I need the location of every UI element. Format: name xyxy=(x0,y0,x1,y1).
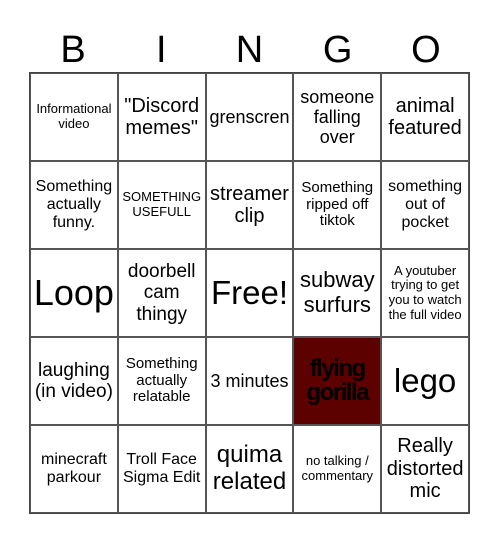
bingo-cell[interactable]: subway surfurs xyxy=(293,249,382,337)
cell-text: "Discord memes" xyxy=(124,94,200,139)
cell-text: Something actually relatable xyxy=(125,354,198,406)
header-letter-n: N xyxy=(235,29,264,71)
bingo-cell[interactable]: grenscren xyxy=(205,73,294,161)
bingo-cell[interactable]: Informational video xyxy=(30,73,118,161)
bingo-cell[interactable]: Really distorted mic xyxy=(381,425,469,513)
bingo-cell[interactable]: lego xyxy=(381,337,469,425)
cell-text: doorbell cam thingy xyxy=(127,261,196,325)
bingo-cell[interactable]: someone falling over xyxy=(293,73,382,161)
bingo-cell[interactable]: Something actually funny. xyxy=(30,161,118,249)
cell-text: Really distorted mic xyxy=(386,435,464,503)
header-letter-i: I xyxy=(156,29,167,71)
bingo-cell[interactable]: minecraft parkour xyxy=(30,425,118,513)
bingo-cell[interactable]: quima related xyxy=(205,425,294,513)
bingo-header: B I N G O xyxy=(29,28,470,72)
bingo-cell[interactable]: laughing (in video) xyxy=(30,337,118,425)
cell-text: Something actually funny. xyxy=(35,178,113,231)
bingo-cell[interactable]: doorbell cam thingy xyxy=(117,249,206,337)
cell-text: quima related xyxy=(212,441,287,495)
cell-text: lego xyxy=(393,361,457,399)
cell-text: subway surfurs xyxy=(299,267,375,317)
bingo-cell[interactable]: Loop xyxy=(30,249,118,337)
cell-text: streamer clip xyxy=(210,182,289,227)
bingo-cell[interactable]: SOMETHING USEFULL xyxy=(117,161,206,249)
bingo-cell[interactable]: streamer clip xyxy=(205,161,294,249)
cell-text: A youtuber trying to get you to watch th… xyxy=(388,262,462,322)
cell-text: Free! xyxy=(210,273,288,311)
cell-text: 3 minutes xyxy=(210,370,289,391)
header-letter-g: G xyxy=(322,29,353,71)
bingo-cell[interactable]: 3 minutes xyxy=(205,337,294,425)
cell-text: no talking / commentary xyxy=(301,453,374,483)
cell-text: SOMETHING USEFULL xyxy=(122,189,202,219)
bingo-cell[interactable]: Troll Face Sigma Edit xyxy=(117,425,206,513)
cell-text: minecraft parkour xyxy=(41,451,107,486)
header-letter-o: O xyxy=(411,29,441,71)
cell-text: something out of pocket xyxy=(388,178,462,231)
cell-text: animal featured xyxy=(388,94,462,139)
bingo-cell[interactable]: Something ripped off tiktok xyxy=(293,161,382,249)
cell-text: Loop xyxy=(33,271,114,313)
bingo-cell[interactable]: A youtuber trying to get you to watch th… xyxy=(381,249,469,337)
bingo-cell-marked[interactable]: flying gorilla xyxy=(293,337,382,425)
bingo-cell[interactable]: no talking / commentary xyxy=(293,425,382,513)
cell-text: someone falling over xyxy=(300,86,375,148)
header-letter-b: B xyxy=(60,29,86,71)
cell-text: laughing (in video) xyxy=(34,359,113,402)
bingo-cell[interactable]: something out of pocket xyxy=(381,161,469,249)
free-space-cell[interactable]: Free! xyxy=(205,249,294,337)
bingo-cell[interactable]: Something actually relatable xyxy=(117,337,206,425)
bingo-cell[interactable]: animal featured xyxy=(381,73,469,161)
cell-text: flying gorilla xyxy=(306,355,370,406)
cell-text: Troll Face Sigma Edit xyxy=(123,451,201,486)
bingo-grid: Informational video "Discord memes" gren… xyxy=(29,72,470,514)
cell-text: Informational video xyxy=(36,101,112,131)
bingo-cell[interactable]: "Discord memes" xyxy=(117,73,206,161)
cell-text: grenscren xyxy=(209,106,290,127)
cell-text: Something ripped off tiktok xyxy=(301,178,374,230)
